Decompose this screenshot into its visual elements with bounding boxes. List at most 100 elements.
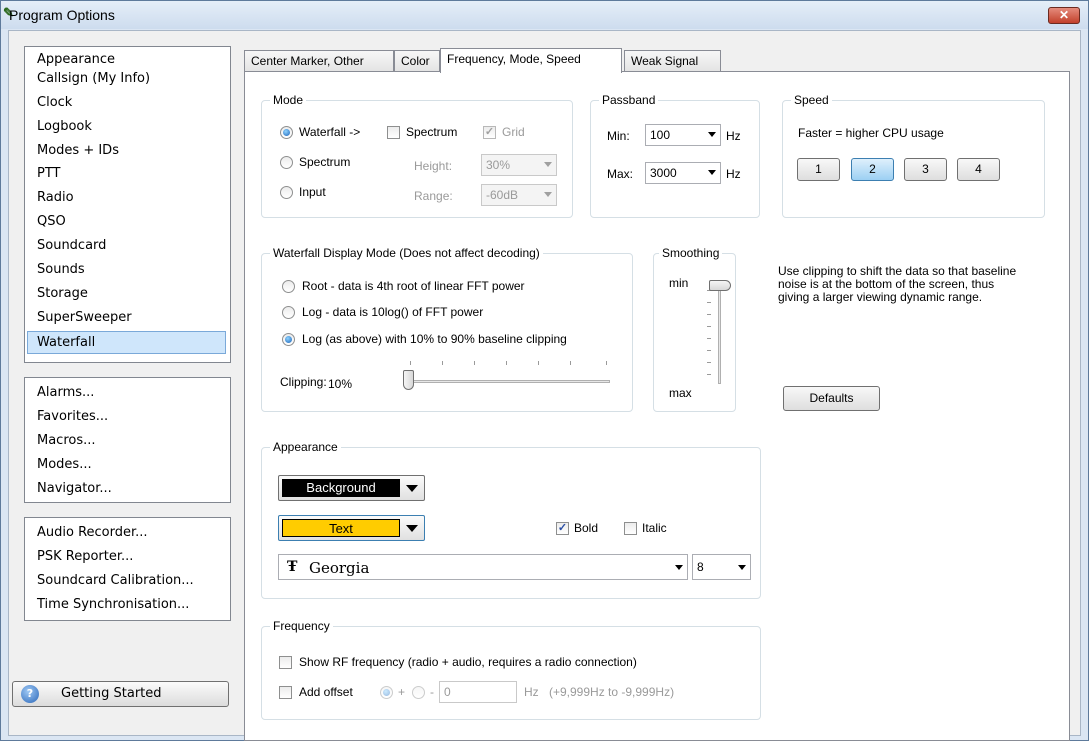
mode-range-value: -60dB bbox=[486, 188, 519, 202]
window-title: Program Options bbox=[9, 7, 115, 23]
defaults-button[interactable]: Defaults bbox=[783, 386, 880, 411]
waterfall-display-group: Waterfall Display Mode (Does not affect … bbox=[261, 246, 633, 412]
tab-weak-signal[interactable]: Weak Signal bbox=[624, 50, 721, 72]
display-log-clip-radio[interactable] bbox=[282, 333, 295, 346]
slider-tick bbox=[707, 338, 711, 339]
sidebar-item-navigator[interactable]: Navigator... bbox=[29, 479, 112, 499]
mode-group-title: Mode bbox=[270, 93, 307, 107]
sidebar-item-qso[interactable]: QSO bbox=[29, 212, 66, 232]
tab-color[interactable]: Color bbox=[394, 50, 440, 72]
help-icon: ? bbox=[21, 685, 39, 703]
display-log-clip-label: Log (as above) with 10% to 90% baseline … bbox=[302, 332, 567, 346]
tools-list[interactable]: Alarms... Favorites... Macros... Modes..… bbox=[24, 377, 231, 503]
close-button[interactable]: ✕ bbox=[1048, 7, 1080, 24]
chevron-down-icon bbox=[406, 485, 418, 492]
slider-tick bbox=[474, 361, 475, 365]
slider-tick bbox=[570, 361, 571, 365]
sidebar-item-sounds[interactable]: Sounds bbox=[29, 260, 85, 280]
display-log-radio[interactable] bbox=[282, 306, 295, 319]
sidebar-item-favorites[interactable]: Favorites... bbox=[29, 407, 108, 427]
sidebar-item-supersweeper[interactable]: SuperSweeper bbox=[29, 308, 132, 328]
add-offset-label: Add offset bbox=[299, 685, 353, 699]
speed-1-button[interactable]: 1 bbox=[797, 158, 840, 181]
italic-checkbox[interactable] bbox=[624, 522, 637, 535]
slider-tick bbox=[410, 361, 411, 365]
background-swatch: Background bbox=[282, 479, 400, 497]
passband-min-value: 100 bbox=[650, 128, 671, 142]
speed-2-button[interactable]: 2 bbox=[851, 158, 894, 181]
smoothing-slider-thumb[interactable] bbox=[709, 280, 731, 291]
speed-note: Faster = higher CPU usage bbox=[798, 126, 944, 140]
mode-grid-checkbox[interactable]: ✓ bbox=[483, 126, 496, 139]
mode-spectrum-radio[interactable] bbox=[280, 156, 293, 169]
font-name-select[interactable]: Ŧ Georgia bbox=[278, 554, 688, 580]
offset-plus-radio[interactable] bbox=[380, 686, 393, 699]
sidebar-item-modes[interactable]: Modes... bbox=[29, 455, 92, 475]
mode-waterfall-radio[interactable] bbox=[280, 126, 293, 139]
sidebar-item-time-sync[interactable]: Time Synchronisation... bbox=[29, 595, 189, 615]
utilities-list[interactable]: Audio Recorder... PSK Reporter... Soundc… bbox=[24, 517, 231, 621]
clipping-slider-track bbox=[408, 380, 610, 383]
mode-range-select[interactable]: -60dB bbox=[481, 184, 557, 206]
mode-input-radio[interactable] bbox=[280, 186, 293, 199]
smoothing-group: Smoothing min max bbox=[653, 246, 736, 412]
sidebar-item-soundcard[interactable]: Soundcard bbox=[29, 236, 106, 256]
chevron-down-icon bbox=[738, 565, 746, 570]
offset-input[interactable]: 0 bbox=[439, 681, 517, 703]
slider-tick bbox=[707, 326, 711, 327]
mode-range-label: Range: bbox=[414, 189, 453, 203]
sidebar-item-soundcard-calibration[interactable]: Soundcard Calibration... bbox=[29, 571, 194, 591]
background-color-select[interactable]: Background bbox=[278, 475, 425, 501]
sidebar-item-ptt[interactable]: PTT bbox=[29, 164, 61, 184]
slider-tick bbox=[707, 362, 711, 363]
passband-max-value: 3000 bbox=[650, 166, 677, 180]
add-offset-checkbox[interactable] bbox=[279, 686, 292, 699]
mode-height-select[interactable]: 30% bbox=[481, 154, 557, 176]
offset-range-note: (+9,999Hz to -9,999Hz) bbox=[549, 685, 675, 699]
passband-max-unit: Hz bbox=[726, 167, 741, 181]
sidebar-item-audio-recorder[interactable]: Audio Recorder... bbox=[29, 523, 148, 543]
font-size-select[interactable]: 8 bbox=[692, 554, 751, 580]
sidebar-item-clock[interactable]: Clock bbox=[29, 93, 72, 113]
show-rf-checkbox[interactable] bbox=[279, 656, 292, 669]
sidebar-item-storage[interactable]: Storage bbox=[29, 284, 88, 304]
slider-tick bbox=[606, 361, 607, 365]
options-category-list[interactable]: Appearance Callsign (My Info) Clock Logb… bbox=[24, 46, 231, 363]
display-root-radio[interactable] bbox=[282, 280, 295, 293]
mode-spectrum-checkbox[interactable] bbox=[387, 126, 400, 139]
sidebar-item-alarms[interactable]: Alarms... bbox=[29, 383, 94, 403]
sidebar-item-psk-reporter[interactable]: PSK Reporter... bbox=[29, 547, 133, 567]
sidebar-item-radio[interactable]: Radio bbox=[29, 188, 74, 208]
getting-started-button[interactable]: ? Getting Started bbox=[12, 681, 229, 707]
chevron-down-icon bbox=[708, 170, 716, 175]
tab-center-marker[interactable]: Center Marker, Other bbox=[244, 50, 394, 72]
sidebar-item-modes-ids[interactable]: Modes + IDs bbox=[29, 141, 119, 161]
speed-group: Speed Faster = higher CPU usage 1 2 3 4 bbox=[782, 93, 1045, 218]
appearance-group: Appearance Background Text ✓ Bold Italic… bbox=[261, 440, 761, 599]
sidebar-item-waterfall[interactable]: Waterfall bbox=[27, 331, 226, 354]
passband-max-select[interactable]: 3000 bbox=[645, 162, 721, 184]
text-swatch: Text bbox=[282, 519, 400, 537]
speed-group-title: Speed bbox=[791, 93, 832, 107]
sidebar-item-appearance[interactable]: Appearance bbox=[29, 50, 115, 70]
sidebar-item-macros[interactable]: Macros... bbox=[29, 431, 96, 451]
show-rf-label: Show RF frequency (radio + audio, requir… bbox=[299, 655, 637, 669]
slider-tick bbox=[506, 361, 507, 365]
bold-checkbox[interactable]: ✓ bbox=[556, 522, 569, 535]
clipping-slider-thumb[interactable] bbox=[403, 370, 414, 390]
passband-min-select[interactable]: 100 bbox=[645, 124, 721, 146]
passband-group-title: Passband bbox=[599, 93, 659, 107]
tab-frequency-mode-speed[interactable]: Frequency, Mode, Speed bbox=[440, 48, 622, 73]
slider-tick bbox=[442, 361, 443, 365]
title-bar[interactable]: ✎ Program Options ✕ bbox=[1, 1, 1088, 29]
speed-3-button[interactable]: 3 bbox=[904, 158, 947, 181]
speed-4-button[interactable]: 4 bbox=[957, 158, 1000, 181]
sidebar-item-callsign[interactable]: Callsign (My Info) bbox=[29, 69, 150, 89]
sidebar-item-logbook[interactable]: Logbook bbox=[29, 117, 92, 137]
offset-minus-radio[interactable] bbox=[412, 686, 425, 699]
slider-tick bbox=[707, 350, 711, 351]
font-size-value: 8 bbox=[697, 560, 704, 574]
text-color-select[interactable]: Text bbox=[278, 515, 425, 541]
offset-unit: Hz bbox=[524, 685, 539, 699]
mode-input-label: Input bbox=[299, 185, 326, 199]
